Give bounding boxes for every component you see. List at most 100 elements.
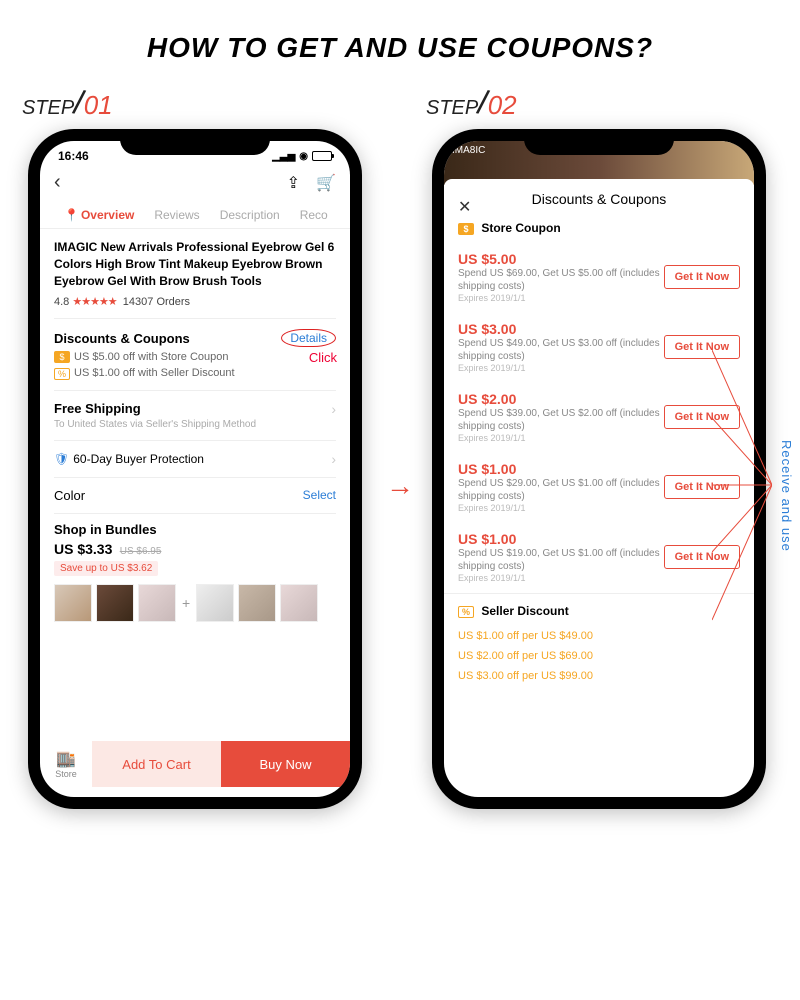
color-section[interactable]: Color Select	[54, 477, 336, 513]
bundle-thumb[interactable]	[280, 584, 318, 622]
get-it-now-button[interactable]: Get It Now	[664, 335, 740, 359]
seller-discount-line: US $2.00 off per US $69.00	[444, 646, 754, 666]
tab-reviews[interactable]: Reviews	[144, 202, 209, 228]
page-title: HOW TO GET AND USE COUPONS?	[0, 0, 800, 84]
coupon-row: US $1.00Spend US $29.00, Get US $1.00 of…	[444, 453, 754, 523]
get-it-now-button[interactable]: Get It Now	[664, 545, 740, 569]
top-bar: ‹ ⇪ 🛒	[40, 165, 350, 202]
brand-logo: IMA8IC	[452, 145, 485, 156]
phone-notch	[120, 129, 270, 155]
add-to-cart-button[interactable]: Add To Cart	[92, 741, 221, 787]
discounts-title: Discounts & Coupons	[54, 331, 190, 346]
step-text: STEP	[22, 97, 74, 120]
details-link[interactable]: Details Click	[281, 329, 336, 347]
stars-icon: ★★★★★	[72, 296, 116, 308]
shipping-subtext: To United States via Seller's Shipping M…	[54, 419, 336, 430]
coupon-desc: Spend US $29.00, Get US $1.00 off (inclu…	[458, 477, 664, 503]
chevron-right-icon: ›	[331, 401, 336, 417]
coupon-badge-icon: $	[54, 351, 70, 363]
store-button[interactable]: 🏬 Store	[40, 741, 92, 787]
product-title: IMAGIC New Arrivals Professional Eyebrow…	[54, 239, 336, 289]
discount-line-2: US $1.00 off with Seller Discount	[74, 367, 235, 379]
bundle-thumb[interactable]	[54, 584, 92, 622]
bundle-save-badge: Save up to US $3.62	[54, 561, 158, 576]
step-1-label: STEP / 01	[22, 84, 368, 123]
arrow-right-icon: →	[386, 470, 414, 502]
coupon-expiry: Expires 2019/1/1	[458, 293, 664, 303]
coupon-row: US $1.00Spend US $19.00, Get US $1.00 of…	[444, 523, 754, 593]
bundles-title: Shop in Bundles	[54, 522, 336, 537]
phone-frame-1: 16:46 ▁▃▅ ◉ ‹ ⇪ 🛒 📍Overview	[28, 129, 362, 809]
bundle-thumb[interactable]	[238, 584, 276, 622]
store-coupon-header: $ Store Coupon	[444, 217, 754, 243]
seller-discount-header: % Seller Discount	[444, 593, 754, 626]
phone-frame-2: IMA8IC ✕ Discounts & Coupons $ Store Cou…	[432, 129, 766, 809]
bundle-thumb[interactable]	[138, 584, 176, 622]
coupon-expiry: Expires 2019/1/1	[458, 363, 664, 373]
cart-icon[interactable]: 🛒	[316, 173, 336, 193]
shield-icon: 🛡	[54, 452, 69, 466]
clock: 16:46	[58, 149, 89, 163]
coupon-amount: US $5.00	[458, 251, 664, 267]
step-number: 02	[488, 90, 517, 121]
percent-badge-icon: %	[54, 368, 70, 380]
bundle-old-price: US $6.95	[120, 546, 162, 557]
back-button[interactable]: ‹	[54, 171, 61, 194]
tab-overview[interactable]: 📍Overview	[54, 202, 144, 228]
shipping-section[interactable]: Free Shipping › To United States via Sel…	[54, 390, 336, 440]
share-icon[interactable]: ⇪	[287, 173, 300, 193]
modal-title: Discounts & Coupons	[444, 179, 754, 217]
select-link[interactable]: Select	[303, 488, 336, 502]
coupon-badge-icon: $	[458, 223, 474, 235]
store-icon: 🏬	[56, 749, 76, 769]
bundle-images: +	[54, 584, 336, 622]
pin-icon: 📍	[64, 208, 79, 222]
tab-description[interactable]: Description	[210, 202, 290, 228]
get-it-now-button[interactable]: Get It Now	[664, 405, 740, 429]
signal-icon: ▁▃▅	[272, 151, 295, 162]
product-tabs: 📍Overview Reviews Description Reco	[40, 202, 350, 229]
phone-screen-2: IMA8IC ✕ Discounts & Coupons $ Store Cou…	[444, 141, 754, 797]
buyer-protection-text: 60-Day Buyer Protection	[73, 452, 204, 466]
coupon-expiry: Expires 2019/1/1	[458, 573, 664, 583]
bundles-section: Shop in Bundles US $3.33 US $6.95 Save u…	[54, 513, 336, 632]
discount-line-1: US $5.00 off with Store Coupon	[74, 351, 229, 363]
coupon-desc: Spend US $19.00, Get US $1.00 off (inclu…	[458, 547, 664, 573]
coupon-amount: US $3.00	[458, 321, 664, 337]
wifi-icon: ◉	[299, 151, 308, 162]
step-2-column: STEP / 02 IMA8IC ✕ Discounts & Coupons $…	[432, 84, 772, 809]
coupon-amount: US $1.00	[458, 531, 664, 547]
chevron-right-icon: ›	[331, 451, 336, 467]
coupon-expiry: Expires 2019/1/1	[458, 503, 664, 513]
step-number: 01	[84, 90, 113, 121]
coupon-amount: US $1.00	[458, 461, 664, 477]
buy-now-button[interactable]: Buy Now	[221, 741, 350, 787]
coupon-expiry: Expires 2019/1/1	[458, 433, 664, 443]
battery-icon	[312, 151, 332, 161]
buyer-protection-section[interactable]: 🛡 60-Day Buyer Protection ›	[54, 440, 336, 477]
phone-screen-1: 16:46 ▁▃▅ ◉ ‹ ⇪ 🛒 📍Overview	[40, 141, 350, 797]
coupon-row: US $2.00Spend US $39.00, Get US $2.00 of…	[444, 383, 754, 453]
rating-row: 4.8 ★★★★★ 14307 Orders	[54, 295, 336, 308]
coupon-amount: US $2.00	[458, 391, 664, 407]
bundle-thumb[interactable]	[196, 584, 234, 622]
seller-discount-line: US $1.00 off per US $49.00	[444, 626, 754, 646]
bundle-price: US $3.33	[54, 541, 112, 557]
percent-badge-icon: %	[458, 606, 474, 618]
click-callout: Click	[309, 350, 337, 365]
get-it-now-button[interactable]: Get It Now	[664, 265, 740, 289]
close-icon[interactable]: ✕	[458, 197, 471, 217]
color-label: Color	[54, 488, 85, 503]
coupon-desc: Spend US $49.00, Get US $3.00 off (inclu…	[458, 337, 664, 363]
get-it-now-button[interactable]: Get It Now	[664, 475, 740, 499]
discounts-section[interactable]: Discounts & Coupons Details Click $ US $5…	[54, 318, 336, 389]
coupon-row: US $3.00Spend US $49.00, Get US $3.00 of…	[444, 313, 754, 383]
step-1-column: STEP / 01 16:46 ▁▃▅ ◉ ‹ ⇪	[28, 84, 368, 809]
tab-reco[interactable]: Reco	[290, 202, 338, 228]
bottom-bar: 🏬 Store Add To Cart Buy Now	[40, 741, 350, 787]
seller-discount-line: US $3.00 off per US $99.00	[444, 666, 754, 686]
coupon-desc: Spend US $39.00, Get US $2.00 off (inclu…	[458, 407, 664, 433]
bundle-thumb[interactable]	[96, 584, 134, 622]
free-shipping-title: Free Shipping	[54, 401, 141, 416]
phone-notch	[524, 129, 674, 155]
